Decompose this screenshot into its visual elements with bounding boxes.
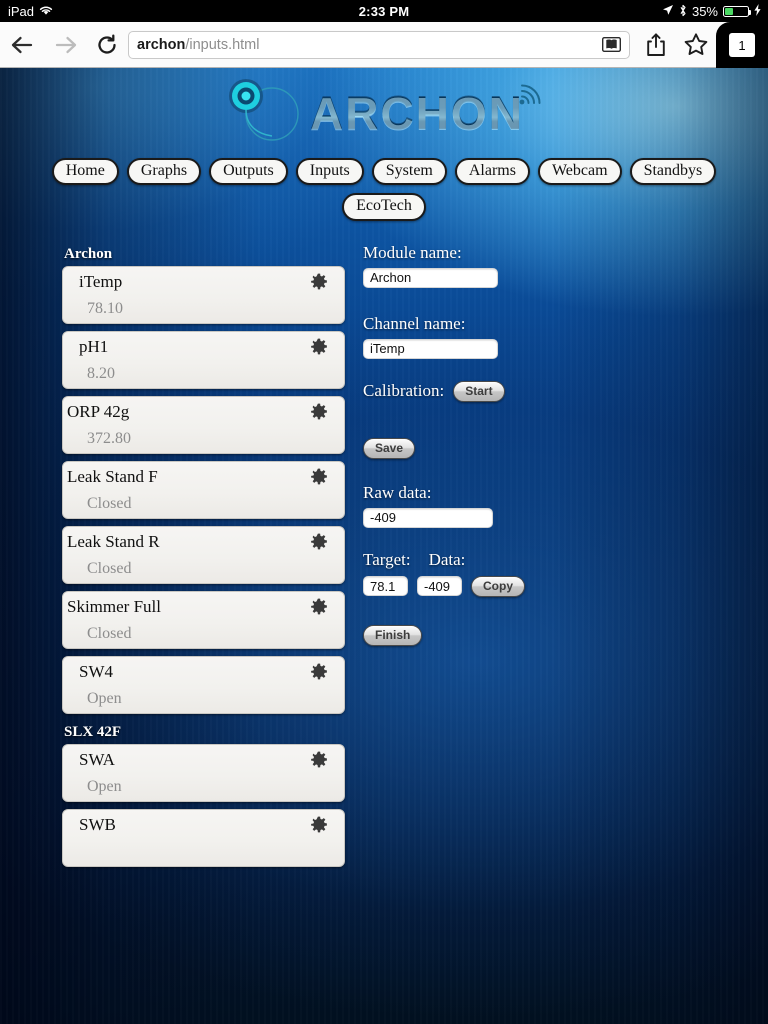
channel-name: pH1	[79, 336, 109, 356]
nav-item-webcam[interactable]: Webcam	[537, 158, 622, 186]
tab-count-label: 1	[729, 33, 755, 57]
battery-percent-label: 35%	[691, 3, 718, 19]
url-text: archon/inputs.html	[137, 37, 260, 53]
status-bar-left: iPad	[0, 4, 200, 19]
target-input[interactable]: 78.1	[363, 576, 408, 597]
save-button[interactable]: Save	[363, 437, 416, 459]
gear-icon[interactable]	[310, 533, 328, 551]
nav-item-outputs[interactable]: Outputs	[209, 158, 288, 186]
inputs-list-panel: Archon iTemp 78.10 pH1 8.20 ORP 42g 372.…	[0, 243, 345, 874]
target-label: Target:	[363, 549, 411, 569]
list-item[interactable]: Leak Stand R Closed	[62, 525, 345, 584]
location-arrow-icon	[662, 4, 674, 19]
list-item[interactable]: SWB	[62, 808, 345, 867]
channel-value: Closed	[87, 494, 132, 512]
ios-status-bar: iPad 2:33 PM 35%	[0, 0, 768, 22]
logo-wordmark: ARCHON	[310, 87, 524, 139]
main-navigation-row-1: Home Graphs Outputs Inputs System Alarms…	[0, 158, 768, 186]
url-host: archon	[137, 36, 186, 53]
list-item[interactable]: SWA Open	[62, 743, 345, 802]
web-page-body: ARCHON Home Graphs Outputs Inputs System…	[0, 68, 768, 1024]
reader-view-icon[interactable]	[602, 37, 621, 52]
page-columns: Archon iTemp 78.10 pH1 8.20 ORP 42g 372.…	[0, 243, 768, 874]
list-item[interactable]: SW4 Open	[62, 655, 345, 714]
channel-value: 78.10	[87, 299, 123, 317]
share-icon[interactable]	[636, 22, 676, 68]
status-bar-right: 35%	[568, 4, 768, 19]
nav-item-home[interactable]: Home	[51, 158, 119, 186]
start-button[interactable]: Start	[453, 380, 505, 402]
nav-item-standbys[interactable]: Standbys	[629, 158, 717, 186]
channel-value: 8.20	[87, 364, 115, 382]
channel-value: Open	[87, 777, 122, 795]
nav-item-alarms[interactable]: Alarms	[454, 158, 530, 186]
address-bar[interactable]: archon/inputs.html	[128, 30, 630, 59]
copy-button[interactable]: Copy	[471, 575, 525, 597]
channel-value: 372.80	[87, 429, 131, 447]
channel-name: Skimmer Full	[67, 596, 161, 616]
channel-name-input[interactable]: iTemp	[363, 338, 498, 359]
channel-name: Leak Stand F	[67, 466, 158, 486]
signal-arcs-icon	[518, 80, 544, 111]
site-header: ARCHON	[0, 68, 768, 154]
archon-swirl-icon	[224, 76, 310, 151]
nav-item-inputs[interactable]: Inputs	[295, 158, 364, 186]
channel-name: Leak Stand R	[67, 531, 160, 551]
gear-icon[interactable]	[310, 468, 328, 486]
gear-icon[interactable]	[310, 403, 328, 421]
star-icon[interactable]	[676, 22, 716, 68]
battery-icon	[723, 5, 751, 17]
gear-icon[interactable]	[310, 751, 328, 769]
channel-detail-panel: Module name: Archon Channel name: iTemp …	[345, 243, 768, 874]
nav-item-graphs[interactable]: Graphs	[126, 158, 202, 186]
list-item[interactable]: pH1 8.20	[62, 330, 345, 389]
list-item[interactable]: ORP 42g 372.80	[62, 395, 345, 454]
reload-icon[interactable]	[88, 22, 126, 68]
channel-name-label: Channel name:	[363, 313, 466, 333]
group-header-slx42f: SLX 42F	[64, 723, 122, 740]
data-input[interactable]: -409	[417, 576, 462, 597]
module-name-label: Module name:	[363, 242, 462, 262]
module-name-input[interactable]: Archon	[363, 267, 498, 288]
gear-icon[interactable]	[310, 598, 328, 616]
nav-item-system[interactable]: System	[371, 158, 447, 186]
list-item[interactable]: iTemp 78.10	[62, 265, 345, 324]
carrier-label: iPad	[8, 3, 35, 19]
gear-icon[interactable]	[310, 338, 328, 356]
lightning-bolt-icon	[754, 4, 761, 18]
group-header-archon: Archon	[64, 245, 113, 262]
channel-name: ORP 42g	[67, 401, 130, 421]
bluetooth-icon	[679, 4, 687, 19]
clock: 2:33 PM	[358, 3, 410, 19]
wifi-icon	[39, 4, 53, 19]
calibration-row: Calibration: Start	[363, 380, 768, 402]
channel-value: Closed	[87, 559, 132, 577]
raw-data-input[interactable]: -409	[363, 507, 493, 528]
gear-icon[interactable]	[310, 816, 328, 834]
channel-name: SWA	[79, 749, 115, 769]
nav-item-ecotech[interactable]: EcoTech	[342, 193, 426, 221]
forward-arrow-icon[interactable]	[44, 22, 88, 68]
data-label: Data:	[428, 549, 466, 569]
main-navigation-row-2: EcoTech	[0, 193, 768, 221]
browser-toolbar: archon/inputs.html	[0, 22, 768, 68]
archon-logo: ARCHON	[224, 76, 544, 151]
finish-button[interactable]: Finish	[363, 624, 423, 646]
raw-data-label: Raw data:	[363, 482, 432, 502]
url-path: /inputs.html	[185, 36, 260, 53]
list-item[interactable]: Skimmer Full Closed	[62, 590, 345, 649]
channel-name: SWB	[79, 814, 116, 834]
back-arrow-icon[interactable]	[0, 22, 44, 68]
target-data-labels: Target: Data:	[363, 550, 768, 570]
tab-overview-button[interactable]: 1	[716, 22, 768, 68]
channel-value: Closed	[87, 624, 132, 642]
channel-value: Open	[87, 689, 122, 707]
gear-icon[interactable]	[310, 273, 328, 291]
list-item[interactable]: Leak Stand F Closed	[62, 460, 345, 519]
target-data-row: 78.1 -409 Copy	[363, 575, 768, 597]
gear-icon[interactable]	[310, 663, 328, 681]
channel-name: SW4	[79, 661, 113, 681]
calibration-label: Calibration:	[363, 381, 445, 401]
channel-name: iTemp	[79, 271, 123, 291]
